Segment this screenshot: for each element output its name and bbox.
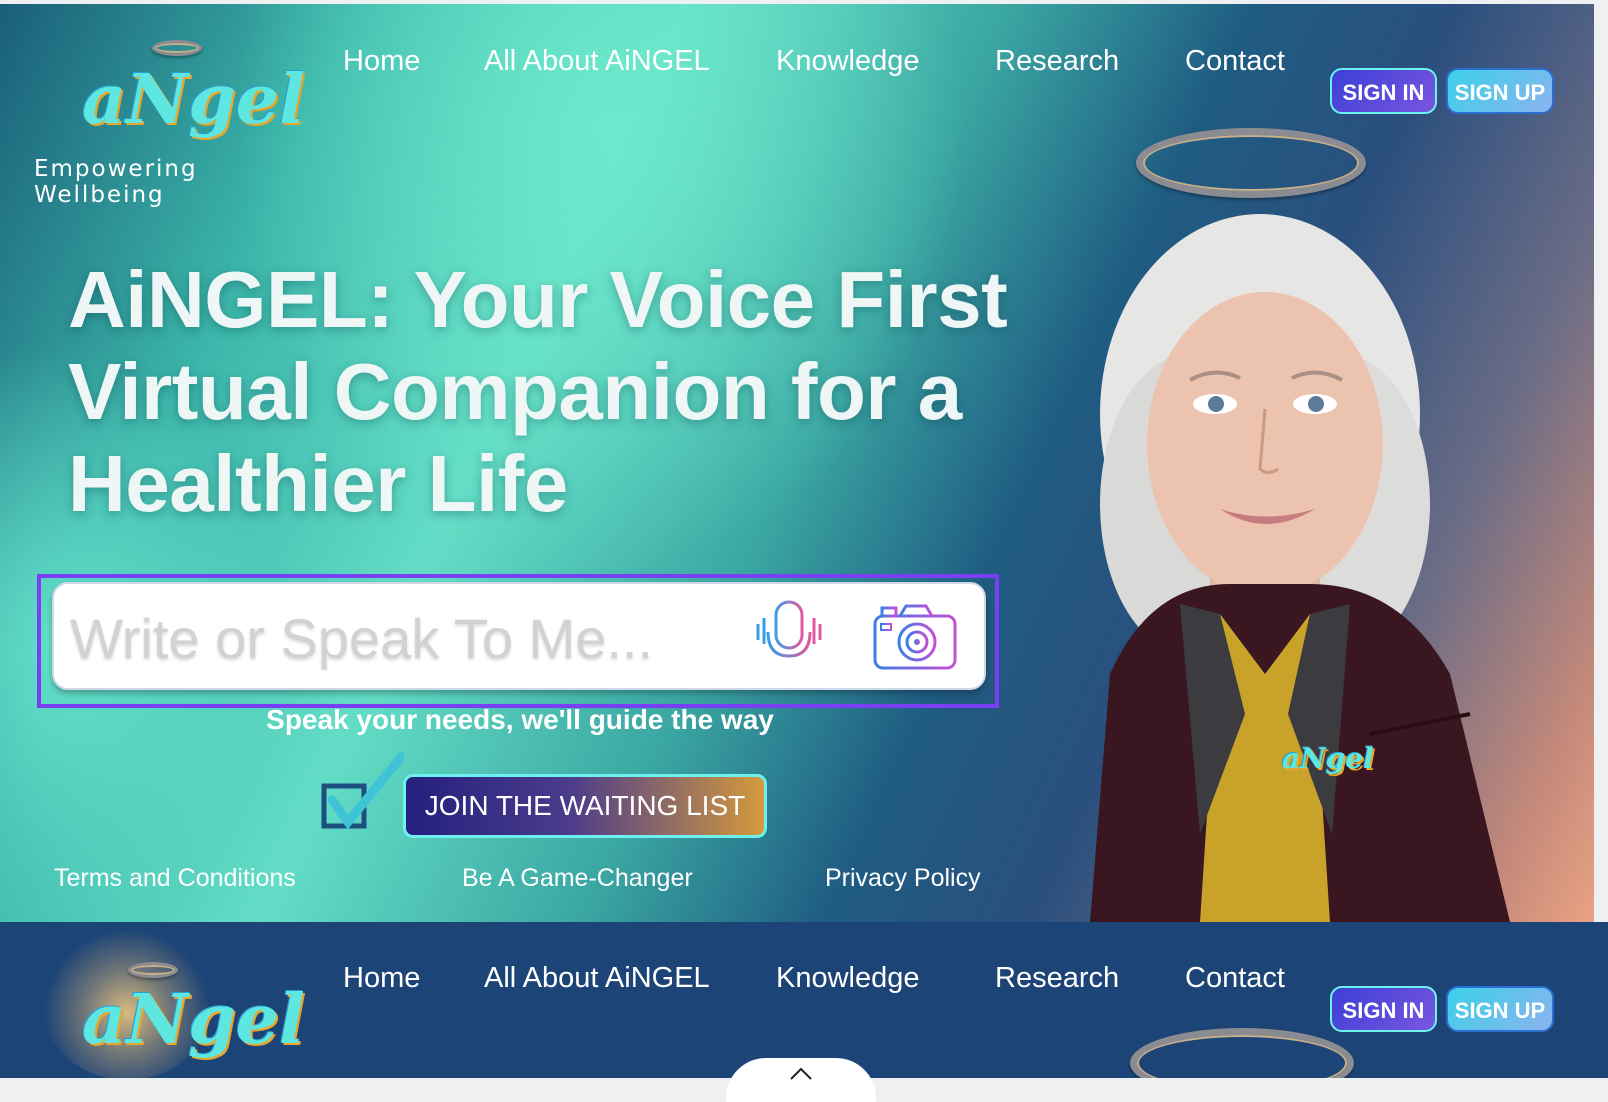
footer-halo-icon <box>1130 1028 1354 1078</box>
logo-tagline: Empowering Wellbeing <box>34 156 198 208</box>
footer-nav-bar: aNgel Home All About AiNGEL Knowledge Re… <box>0 922 1608 1078</box>
footer-nav-about[interactable]: All About AiNGEL <box>484 962 710 995</box>
footer-sign-in-button[interactable]: SIGN IN <box>1330 986 1437 1032</box>
footer-logo-text: aNgel <box>82 980 305 1060</box>
page-title: AiNGEL: Your Voice First Virtual Compani… <box>68 255 1008 528</box>
logo-halo-icon <box>152 40 202 56</box>
tagline: Speak your needs, we'll guide the way <box>266 704 774 735</box>
chevron-up-icon <box>790 1067 812 1080</box>
camera-icon[interactable] <box>872 602 958 672</box>
woman-illustration <box>1090 214 1510 922</box>
checkbox-icon <box>321 752 404 830</box>
nav-about[interactable]: All About AiNGEL <box>484 45 710 78</box>
footer-nav-contact[interactable]: Contact <box>1185 962 1285 995</box>
hero-section: aNgel Empowering Wellbeing Home All Abou… <box>0 4 1594 922</box>
logo-text: aNgel <box>82 60 305 140</box>
search-input[interactable] <box>68 602 712 674</box>
nav-research[interactable]: Research <box>995 45 1119 78</box>
logo[interactable]: aNgel Empowering Wellbeing <box>30 34 330 208</box>
footer-logo-halo-icon <box>128 962 178 978</box>
search-box[interactable] <box>52 582 986 690</box>
footer-nav-home[interactable]: Home <box>343 962 420 995</box>
game-changer-link[interactable]: Be A Game-Changer <box>462 864 693 893</box>
microphone-icon[interactable] <box>754 598 824 678</box>
footer-sign-up-button[interactable]: SIGN UP <box>1446 986 1554 1032</box>
jacket-logo: aNgel <box>1282 742 1374 775</box>
nav-contact[interactable]: Contact <box>1185 45 1285 78</box>
footer-logo[interactable]: aNgel <box>42 930 305 1078</box>
footer-nav-research[interactable]: Research <box>995 962 1119 995</box>
join-waiting-list-button[interactable]: JOIN THE WAITING LIST <box>403 774 767 838</box>
privacy-link[interactable]: Privacy Policy <box>825 864 981 893</box>
portrait-image: aNgel <box>1070 114 1594 922</box>
sign-up-button[interactable]: SIGN UP <box>1446 68 1554 114</box>
scroll-to-top-button[interactable] <box>726 1058 876 1102</box>
nav-knowledge[interactable]: Knowledge <box>776 45 920 78</box>
footer-nav-knowledge[interactable]: Knowledge <box>776 962 920 995</box>
sign-in-button[interactable]: SIGN IN <box>1330 68 1437 114</box>
terms-link[interactable]: Terms and Conditions <box>54 864 296 893</box>
nav-home[interactable]: Home <box>343 45 420 78</box>
